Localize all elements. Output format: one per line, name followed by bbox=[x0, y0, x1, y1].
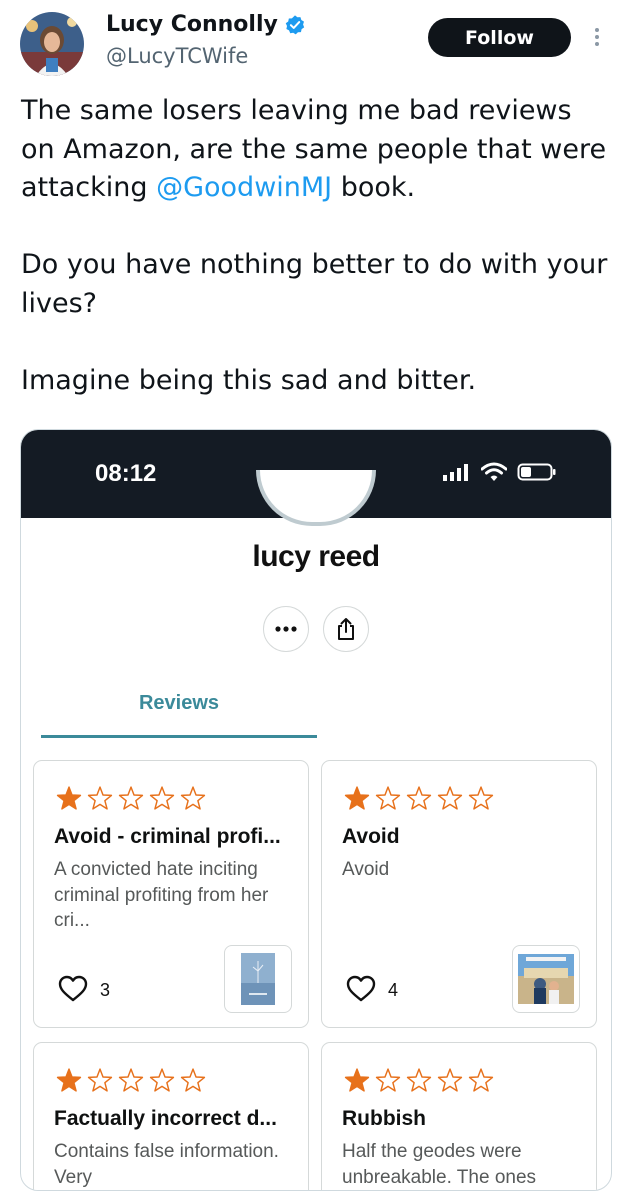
review-card[interactable]: Rubbish Half the geodes were unbreakable… bbox=[321, 1042, 597, 1190]
star-rating bbox=[54, 1067, 209, 1093]
star-empty-icon bbox=[437, 1068, 463, 1092]
review-body: Half the geodes were unbreakable. The on… bbox=[342, 1141, 537, 1188]
tab-reviews[interactable]: Reviews bbox=[41, 692, 317, 715]
star-filled-icon bbox=[344, 786, 370, 810]
tweet-fragment: attacking bbox=[21, 172, 157, 203]
star-empty-icon bbox=[437, 786, 463, 810]
star-empty-icon bbox=[468, 1068, 494, 1092]
book-cover-image bbox=[518, 954, 574, 1004]
share-button[interactable] bbox=[323, 606, 369, 652]
mention-link[interactable]: @GoodwinMJ bbox=[156, 172, 332, 203]
star-rating bbox=[342, 785, 497, 811]
review-card[interactable]: Avoid - criminal profi... A convicted ha… bbox=[33, 760, 309, 1028]
author-avatar[interactable] bbox=[20, 12, 84, 76]
tweet-line: Imagine being this sad and bitter. bbox=[21, 364, 477, 396]
more-icon bbox=[275, 626, 297, 632]
star-empty-icon bbox=[406, 1068, 432, 1092]
star-empty-icon bbox=[406, 786, 432, 810]
product-thumbnail[interactable] bbox=[224, 945, 292, 1013]
tweet-fragment: book. bbox=[332, 172, 416, 203]
tweet-line: The same losers leaving me bad reviews bbox=[21, 95, 572, 126]
star-empty-icon bbox=[118, 786, 144, 810]
star-filled-icon bbox=[344, 1068, 370, 1092]
tweet-line: lives? bbox=[21, 287, 97, 319]
review-title: Avoid bbox=[342, 825, 400, 848]
tab-underline bbox=[41, 735, 317, 738]
verified-badge-icon bbox=[285, 14, 305, 34]
review-title: Avoid - criminal profi... bbox=[54, 825, 281, 848]
star-empty-icon bbox=[87, 1068, 113, 1092]
star-empty-icon bbox=[375, 1068, 401, 1092]
star-empty-icon bbox=[149, 1068, 175, 1092]
status-time: 08:12 bbox=[95, 460, 157, 487]
review-body: A convicted hate inciting criminal profi… bbox=[54, 859, 269, 931]
book-cover-image bbox=[241, 953, 275, 1005]
star-empty-icon bbox=[180, 1068, 206, 1092]
review-title: Factually incorrect d... bbox=[54, 1107, 277, 1130]
heart-icon[interactable] bbox=[346, 975, 376, 1003]
review-body: Avoid bbox=[342, 859, 390, 880]
review-card[interactable]: Factually incorrect d... Contains false … bbox=[33, 1042, 309, 1190]
battery-icon bbox=[517, 463, 556, 481]
star-empty-icon bbox=[468, 786, 494, 810]
star-empty-icon bbox=[375, 786, 401, 810]
review-body: Contains false information. Very bbox=[54, 1141, 279, 1188]
tweet-line: on Amazon, are the same people that were bbox=[21, 133, 607, 165]
more-button[interactable] bbox=[263, 606, 309, 652]
review-title: Rubbish bbox=[342, 1107, 426, 1130]
star-empty-icon bbox=[149, 786, 175, 810]
follow-button[interactable]: Follow bbox=[428, 18, 571, 57]
tweet-text: The same losers leaving me bad reviews o… bbox=[21, 92, 613, 400]
star-filled-icon bbox=[56, 1068, 82, 1092]
tweet-line: Do you have nothing better to do with yo… bbox=[21, 249, 608, 280]
star-rating bbox=[342, 1067, 497, 1093]
star-rating bbox=[54, 785, 209, 811]
share-icon bbox=[338, 618, 354, 640]
author-handle[interactable]: @LucyTCWife bbox=[106, 44, 248, 68]
star-empty-icon bbox=[118, 1068, 144, 1092]
tweet-line: attacking @GoodwinMJ book. bbox=[21, 169, 613, 208]
signal-icon bbox=[443, 464, 468, 481]
like-count: 4 bbox=[388, 980, 399, 1000]
review-card[interactable]: Avoid Avoid 4 bbox=[321, 760, 597, 1028]
product-thumbnail[interactable] bbox=[512, 945, 580, 1013]
star-empty-icon bbox=[87, 786, 113, 810]
attached-image[interactable]: 08:12 lucy reed Reviews Avoid - criminal… bbox=[20, 429, 612, 1191]
more-options-icon[interactable] bbox=[588, 25, 606, 49]
star-empty-icon bbox=[180, 786, 206, 810]
like-count: 3 bbox=[100, 980, 111, 1000]
star-filled-icon bbox=[56, 786, 82, 810]
author-display-name[interactable]: Lucy Connolly bbox=[106, 12, 278, 37]
wifi-icon bbox=[481, 462, 507, 481]
profile-name: lucy reed bbox=[252, 540, 380, 573]
heart-icon[interactable] bbox=[58, 975, 88, 1003]
